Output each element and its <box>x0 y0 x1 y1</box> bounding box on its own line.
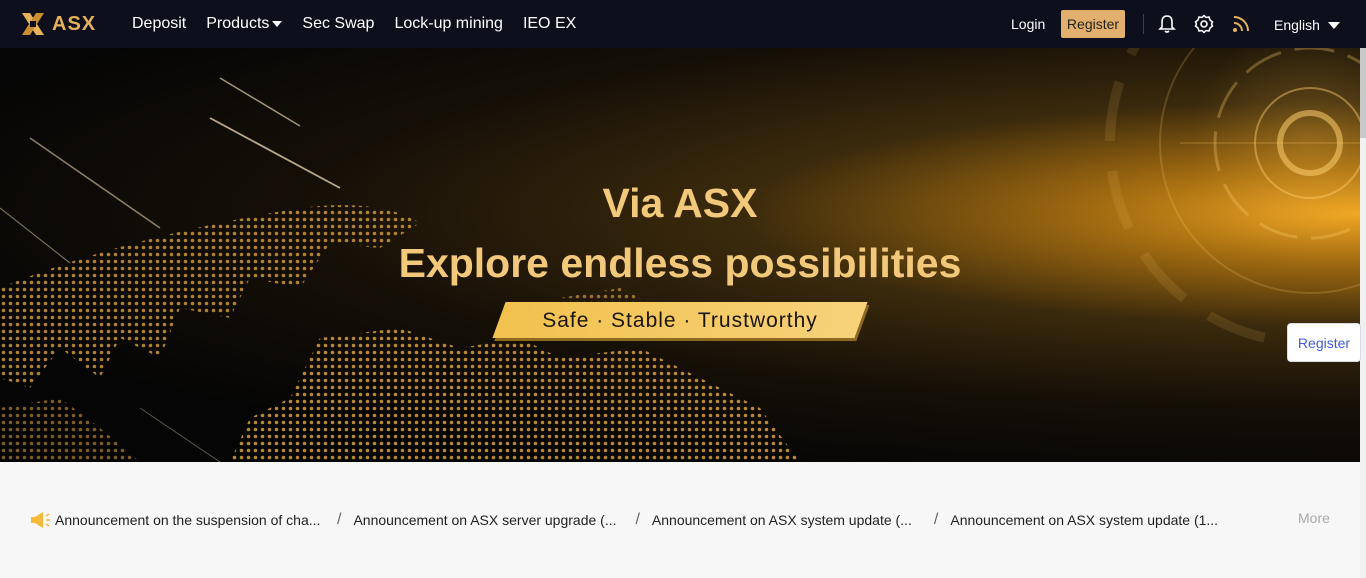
hero-title: Via ASX <box>602 180 758 226</box>
megaphone-icon <box>31 512 50 528</box>
nav-sec-swap-label: Sec Swap <box>302 15 375 32</box>
brand-logo[interactable]: ASX <box>20 11 96 37</box>
nav-lockup-mining-label: Lock-up mining <box>394 15 503 32</box>
nav-deposit[interactable]: Deposit <box>132 15 186 33</box>
announcement-item[interactable]: Announcement on ASX server upgrade (... <box>353 512 623 528</box>
top-navbar: ASX Deposit Products Sec Swap Lock-up mi… <box>0 0 1366 48</box>
nav-products[interactable]: Products <box>206 15 283 33</box>
login-link[interactable]: Login <box>1011 16 1045 32</box>
scrollbar-thumb[interactable] <box>1360 48 1366 138</box>
bell-icon[interactable] <box>1157 14 1177 34</box>
announcement-item[interactable]: Announcement on the suspension of cha... <box>55 512 325 528</box>
rss-icon[interactable] <box>1231 14 1251 34</box>
asx-logo-icon <box>22 13 44 35</box>
nav-ieo-ex[interactable]: IEO EX <box>523 15 576 33</box>
hero-subtitle: Explore endless possibilities <box>398 240 962 286</box>
announcement-list: Announcement on the suspension of cha...… <box>30 510 1220 530</box>
announcement-item[interactable]: Announcement on ASX system update (... <box>652 512 922 528</box>
chevron-down-icon <box>1327 21 1340 29</box>
announcement-separator: / <box>337 511 342 528</box>
nav-divider <box>1143 14 1144 34</box>
main-nav: Deposit Products Sec Swap Lock-up mining… <box>132 0 596 48</box>
chevron-down-icon <box>272 21 283 27</box>
side-register-button[interactable]: Register <box>1287 323 1361 362</box>
register-button[interactable]: Register <box>1061 10 1125 38</box>
announcement-bar: Announcement on the suspension of cha...… <box>0 462 1360 578</box>
announcement-separator: / <box>635 511 640 528</box>
nav-products-label: Products <box>206 15 270 32</box>
brand-name: ASX <box>52 12 97 35</box>
nav-ieo-ex-label: IEO EX <box>522 15 577 32</box>
nav-deposit-label: Deposit <box>132 15 187 32</box>
announcement-separator: / <box>933 511 939 528</box>
nav-sec-swap[interactable]: Sec Swap <box>302 15 374 33</box>
tagline-text: Safe · Stable · Trustworthy <box>542 309 818 332</box>
language-selector[interactable]: English <box>1274 17 1340 33</box>
announcement-item[interactable]: Announcement on ASX system update (1... <box>950 512 1220 528</box>
nav-lockup-mining[interactable]: Lock-up mining <box>394 15 503 33</box>
hero-banner: Via ASX Explore endless possibilities Sa… <box>0 48 1360 462</box>
more-link[interactable]: More <box>1298 510 1330 526</box>
settings-icon[interactable] <box>1194 14 1214 34</box>
hero-tagline: Safe · Stable · Trustworthy <box>492 302 868 338</box>
language-label: English <box>1274 17 1320 33</box>
